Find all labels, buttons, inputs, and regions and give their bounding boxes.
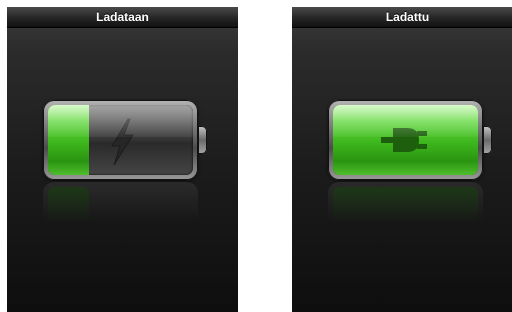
battery-full bbox=[328, 100, 483, 180]
battery-terminal bbox=[198, 126, 207, 154]
power-plug-icon bbox=[381, 128, 427, 152]
battery-cell bbox=[48, 105, 193, 175]
charging-screen: Ladataan bbox=[7, 7, 238, 312]
status-bar-title: Ladattu bbox=[292, 7, 512, 28]
charged-screen: Ladattu bbox=[292, 7, 512, 312]
battery-terminal bbox=[483, 126, 492, 154]
battery-reflection bbox=[328, 182, 483, 222]
lightning-bolt-icon bbox=[111, 118, 134, 166]
battery-cell bbox=[333, 105, 478, 175]
battery-reflection bbox=[43, 182, 198, 222]
status-bar-title: Ladataan bbox=[7, 7, 238, 28]
battery-charging bbox=[43, 100, 198, 180]
